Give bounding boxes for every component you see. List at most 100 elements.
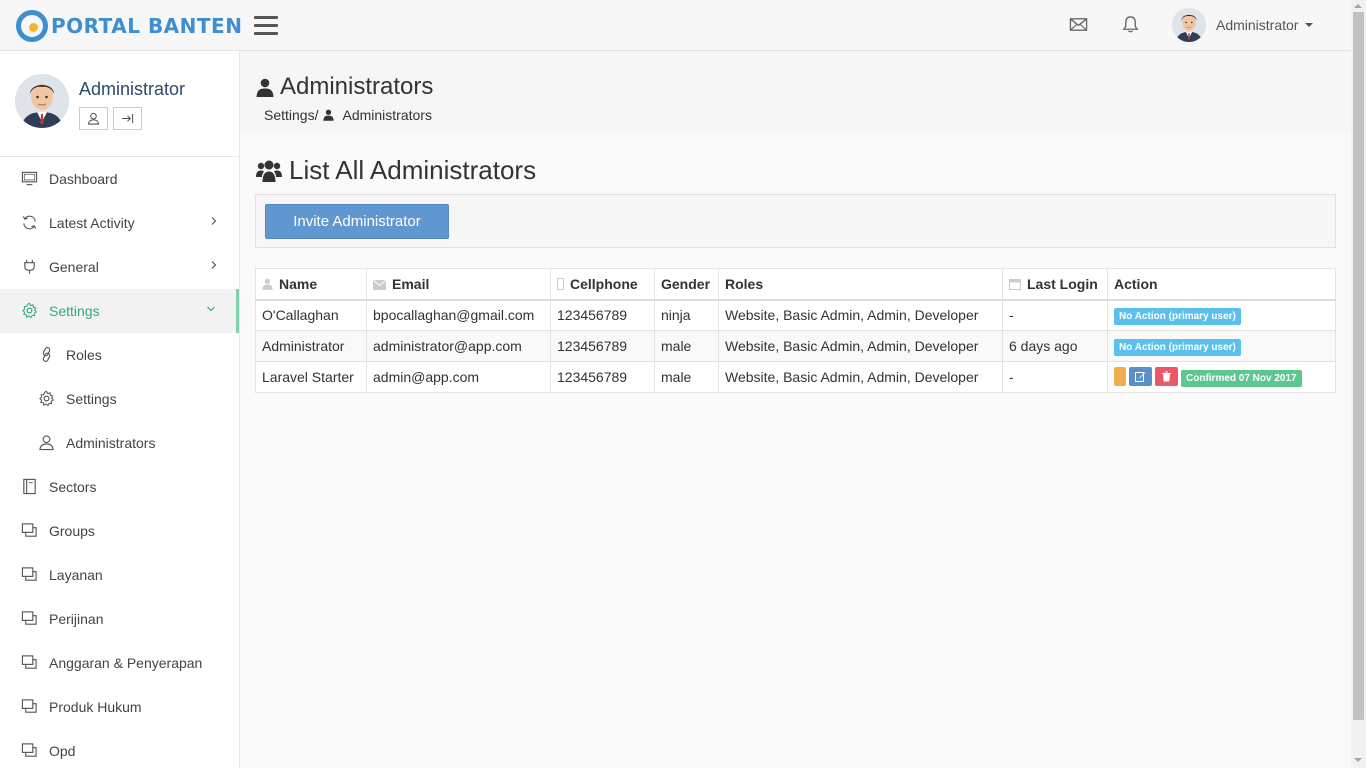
cell-name: Administrator	[255, 330, 367, 362]
section-title: List All Administrators	[256, 155, 536, 186]
gear-icon	[22, 302, 38, 319]
delete-button[interactable]	[1155, 367, 1178, 387]
window-icon	[21, 699, 37, 713]
scrollbar-thumb[interactable]	[1353, 12, 1364, 720]
column-header-email[interactable]: Email	[366, 268, 551, 301]
window-icon	[21, 743, 37, 757]
breadcrumb-parent[interactable]: Settings/	[264, 107, 318, 123]
calendar-icon	[1009, 278, 1021, 290]
chevron-right-icon	[211, 261, 217, 269]
sidebar-item-groups[interactable]: Groups	[0, 509, 239, 553]
user-icon	[323, 109, 335, 121]
trash-icon	[1162, 371, 1171, 382]
logo-mark-icon	[16, 10, 48, 42]
window-icon	[21, 523, 37, 537]
sidebar-item-general[interactable]: General	[0, 245, 239, 289]
avatar	[15, 74, 69, 128]
page-scrollbar[interactable]	[1351, 0, 1366, 768]
sidebar-item-layanan[interactable]: Layanan	[0, 553, 239, 597]
window-icon	[21, 567, 37, 581]
sidebar-item-settings[interactable]: Settings	[0, 289, 239, 333]
sidebar-item-anggaran-penyerapan[interactable]: Anggaran & Penyerapan	[0, 641, 239, 685]
monitor-icon	[21, 171, 38, 186]
brand-logo[interactable]: PORTAL BANTEN	[16, 10, 242, 42]
window-icon	[21, 655, 37, 669]
sidebar-item-label: Perijinan	[49, 611, 104, 627]
sidebar-item-dashboard[interactable]: Dashboard	[0, 157, 239, 201]
sidebar-item-opd[interactable]: Opd	[0, 729, 239, 768]
sidebar-item-label: General	[49, 259, 99, 275]
envelope-icon	[373, 279, 386, 290]
sidebar-item-latest-activity[interactable]: Latest Activity	[0, 201, 239, 245]
cell-roles: Website, Basic Admin, Admin, Developer	[718, 299, 1003, 331]
sidebar-item-label: Produk Hukum	[49, 699, 142, 715]
gear-icon	[39, 390, 55, 407]
column-header-name[interactable]: Name	[255, 268, 367, 301]
cell-name: O'Callaghan	[255, 299, 367, 331]
cell-action: No Action (primary user)	[1107, 330, 1336, 362]
cell-last-login: -	[1002, 361, 1108, 393]
section-title-text: List All Administrators	[289, 155, 537, 185]
chevron-down-icon	[1305, 23, 1314, 27]
logout-button[interactable]	[113, 107, 142, 130]
column-header-roles[interactable]: Roles	[718, 268, 1003, 301]
sidebar-item-produk-hukum[interactable]: Produk Hukum	[0, 685, 239, 729]
sidebar-item-settings-sub[interactable]: Settings	[0, 377, 239, 421]
cell-last-login: 6 days ago	[1002, 330, 1108, 362]
column-header-last-login[interactable]: Last Login	[1002, 268, 1108, 301]
top-navbar: PORTAL BANTEN Administrator	[0, 0, 1351, 51]
users-icon	[256, 160, 282, 182]
sidebar-item-label: Sectors	[49, 479, 97, 495]
cell-last-login: -	[1002, 299, 1108, 331]
user-menu-dropdown[interactable]: Administrator	[1172, 8, 1314, 42]
scroll-down-arrow-icon[interactable]	[1354, 758, 1362, 762]
user-icon	[87, 112, 100, 125]
cell-roles: Website, Basic Admin, Admin, Developer	[718, 361, 1003, 393]
cell-email: admin@app.com	[366, 361, 551, 393]
sidebar-item-label: Dashboard	[49, 171, 118, 187]
warning-action-button[interactable]	[1114, 367, 1126, 387]
breadcrumb-current: Administrators	[342, 107, 432, 123]
avatar	[1172, 8, 1206, 42]
page-title-text: Administrators	[280, 73, 434, 100]
scroll-up-arrow-icon[interactable]	[1354, 4, 1362, 8]
logout-icon	[121, 113, 134, 124]
cell-cellphone: 123456789	[550, 361, 655, 393]
sidebar-menu: Dashboard Latest Activity General Settin…	[0, 157, 239, 768]
table-row: O'Callaghan bpocallaghan@gmail.com 12345…	[255, 299, 1336, 331]
sidebar-item-administrators[interactable]: Administrators	[0, 421, 239, 465]
profile-button[interactable]	[79, 107, 108, 130]
sidebar-item-label: Roles	[66, 347, 102, 363]
cell-email: administrator@app.com	[366, 330, 551, 362]
status-badge: No Action (primary user)	[1114, 307, 1241, 325]
cell-gender: male	[654, 361, 719, 393]
main-content: Administrators Settings/ Administrators …	[240, 51, 1351, 768]
sidebar-item-roles[interactable]: Roles	[0, 333, 239, 377]
header-user-name: Administrator	[1216, 17, 1299, 33]
sidebar-item-perijinan[interactable]: Perijinan	[0, 597, 239, 641]
bell-icon[interactable]	[1121, 15, 1141, 35]
cell-cellphone: 123456789	[550, 299, 655, 331]
user-icon	[262, 278, 273, 290]
cell-cellphone: 123456789	[550, 330, 655, 362]
sidebar-item-label: Opd	[49, 743, 76, 759]
hamburger-icon[interactable]	[254, 16, 278, 36]
cell-action: No Action (primary user)	[1107, 299, 1336, 331]
cell-roles: Website, Basic Admin, Admin, Developer	[718, 330, 1003, 362]
page-title: Administrators	[256, 73, 433, 101]
sidebar-item-label: Settings	[49, 303, 100, 319]
book-icon	[23, 478, 36, 495]
administrators-table: Name Email Cellphone Gender Roles Last L…	[255, 268, 1336, 393]
brand-name: PORTAL BANTEN	[51, 14, 243, 38]
sidebar-item-label: Groups	[49, 523, 95, 539]
column-header-action: Action	[1107, 268, 1336, 301]
edit-button[interactable]	[1129, 367, 1152, 387]
column-header-gender[interactable]: Gender	[654, 268, 719, 301]
chevron-right-icon	[211, 217, 217, 225]
invite-administrator-button[interactable]: Invite Administrator	[265, 204, 449, 239]
column-header-cellphone[interactable]: Cellphone	[550, 268, 655, 301]
table-row: Laravel Starter admin@app.com 123456789 …	[255, 361, 1336, 393]
envelope-icon[interactable]	[1069, 15, 1089, 35]
sidebar-item-sectors[interactable]: Sectors	[0, 465, 239, 509]
sidebar-item-label: Latest Activity	[49, 215, 135, 231]
